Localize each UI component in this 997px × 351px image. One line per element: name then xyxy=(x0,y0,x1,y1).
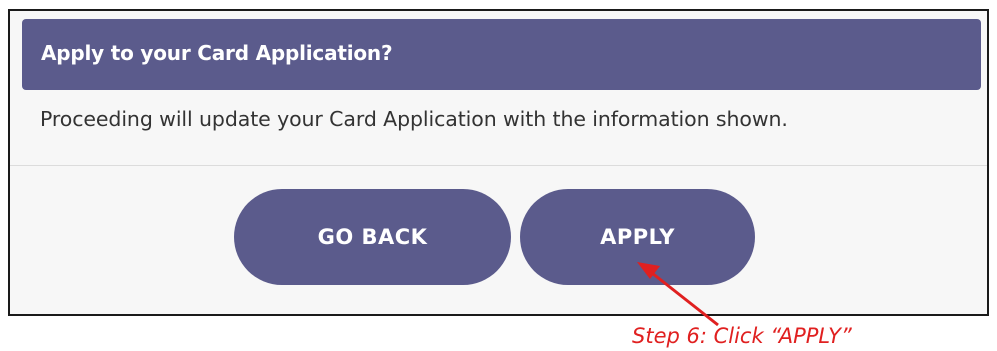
dialog-title: Apply to your Card Application? xyxy=(41,41,393,65)
go-back-button[interactable]: GO BACK xyxy=(234,189,511,285)
dialog-frame: Apply to your Card Application? Proceedi… xyxy=(8,9,989,316)
apply-button[interactable]: APPLY xyxy=(520,189,755,285)
dialog-message: Proceeding will update your Card Applica… xyxy=(40,107,788,131)
dialog-header: Apply to your Card Application? xyxy=(22,19,981,90)
divider xyxy=(10,165,987,166)
annotation-caption: Step 6: Click “APPLY” xyxy=(632,324,852,348)
